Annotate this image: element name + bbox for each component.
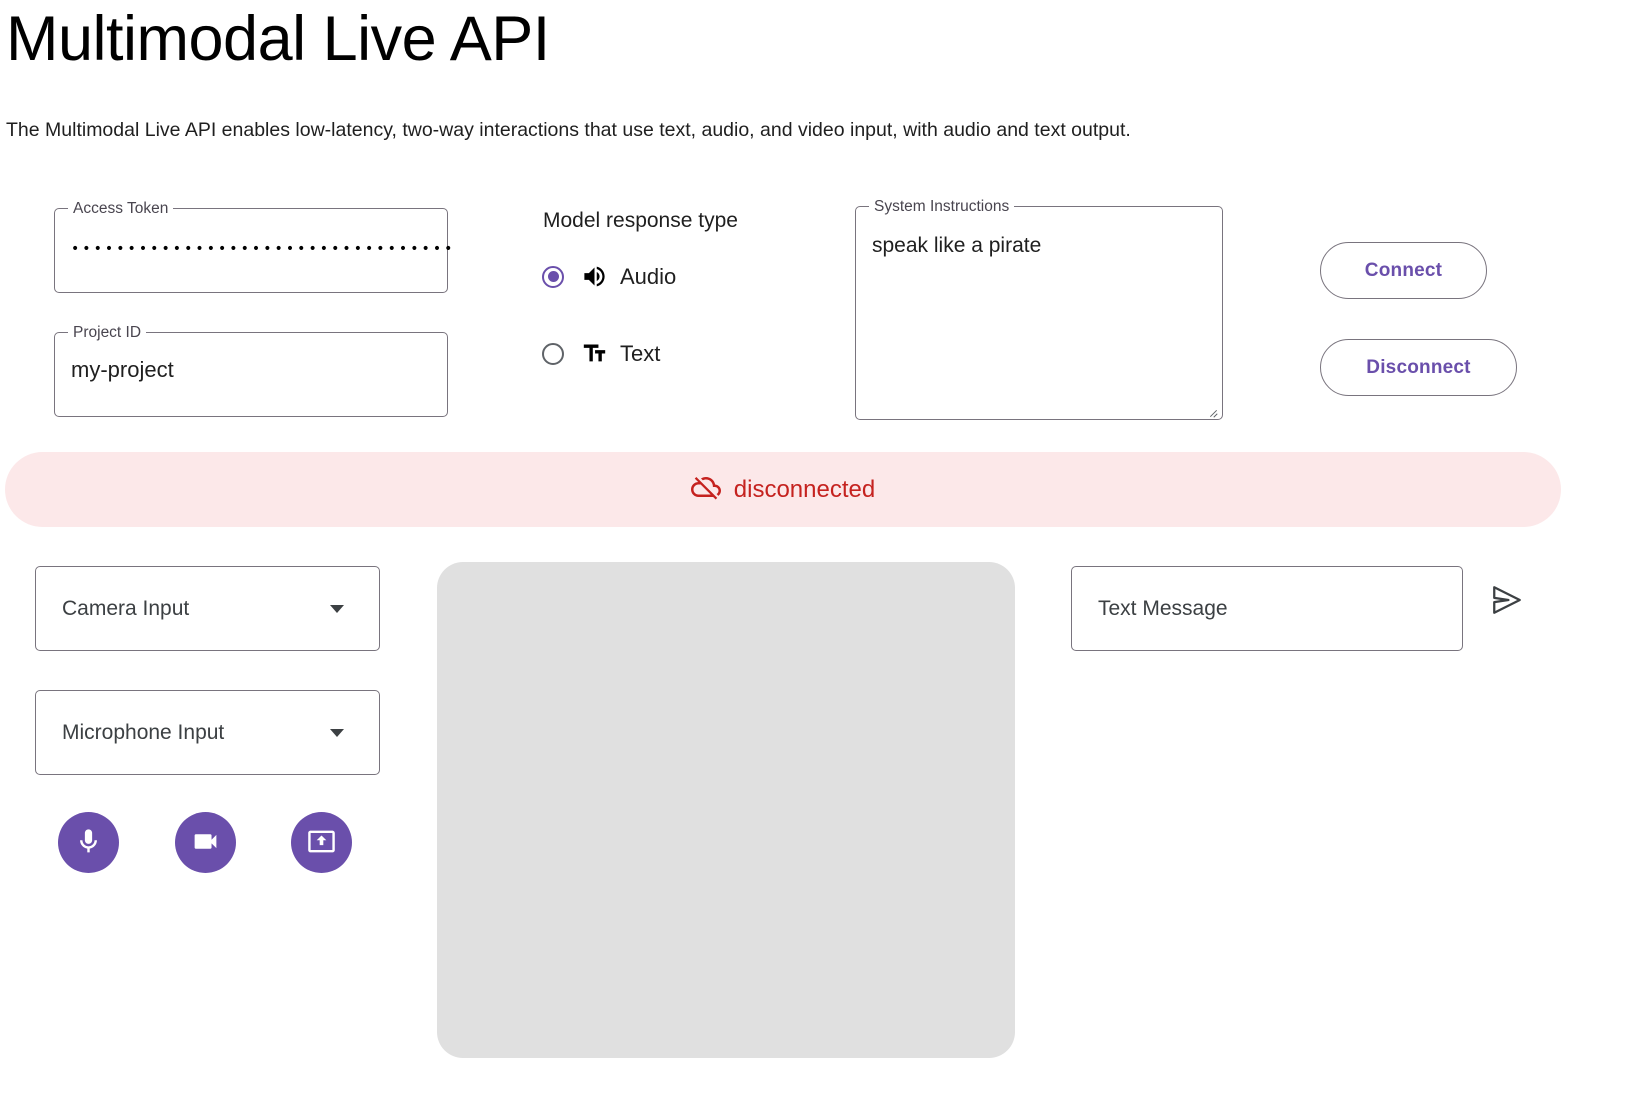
page-title: Multimodal Live API — [6, 4, 550, 74]
mic-icon — [74, 827, 103, 859]
video-button[interactable] — [175, 812, 236, 873]
videocam-icon — [191, 827, 220, 859]
status-banner: disconnected — [5, 452, 1561, 527]
cloud-off-icon — [690, 472, 721, 507]
camera-input-value: Camera Input — [62, 596, 190, 620]
camera-input-select[interactable]: Camera Input — [35, 566, 380, 651]
mic-button[interactable] — [58, 812, 119, 873]
text-message-input[interactable]: Text Message — [1071, 566, 1463, 651]
text-message-placeholder: Text Message — [1098, 596, 1228, 620]
textarea-resize-handle[interactable] — [1207, 405, 1219, 417]
model-response-type-label: Model response type — [543, 209, 738, 232]
video-preview-placeholder — [437, 562, 1015, 1058]
present-to-all-icon — [307, 827, 336, 859]
chevron-down-icon[interactable] — [330, 728, 344, 737]
access-token-value: •••••••••••••••••••••••••••••••••• — [71, 241, 456, 257]
format-size-icon — [581, 340, 608, 367]
radio-text-label: Text — [620, 340, 661, 366]
connect-button[interactable]: Connect — [1320, 242, 1487, 299]
microphone-input-select[interactable]: Microphone Input — [35, 690, 380, 775]
present-button[interactable] — [291, 812, 352, 873]
send-icon — [1490, 583, 1524, 620]
radio-audio-label: Audio — [620, 263, 677, 289]
status-text: disconnected — [733, 475, 876, 503]
app-root: Multimodal Live API The Multimodal Live … — [0, 0, 1642, 1107]
system-instructions-value: speak like a pirate — [872, 234, 1042, 257]
system-instructions-label: System Instructions — [869, 197, 1015, 217]
radio-option-audio[interactable]: Audio — [542, 263, 676, 290]
project-id-label: Project ID — [68, 323, 147, 343]
access-token-label: Access Token — [68, 199, 174, 219]
volume-up-icon — [581, 263, 608, 290]
radio-option-text[interactable]: Text — [542, 340, 660, 367]
radio-text-indicator[interactable] — [542, 342, 564, 365]
project-id-value: my-project — [71, 357, 174, 382]
system-instructions-field[interactable]: System Instructions speak like a pirate — [855, 197, 1223, 420]
page-subtitle: The Multimodal Live API enables low-late… — [6, 119, 1131, 141]
chevron-down-icon[interactable] — [330, 604, 344, 613]
disconnect-button[interactable]: Disconnect — [1320, 339, 1517, 396]
access-token-field[interactable]: Access Token •••••••••••••••••••••••••••… — [54, 199, 452, 293]
microphone-input-value: Microphone Input — [62, 720, 225, 744]
radio-audio-indicator[interactable] — [542, 265, 564, 288]
send-button[interactable] — [1486, 580, 1528, 622]
project-id-field[interactable]: Project ID my-project — [54, 323, 448, 417]
